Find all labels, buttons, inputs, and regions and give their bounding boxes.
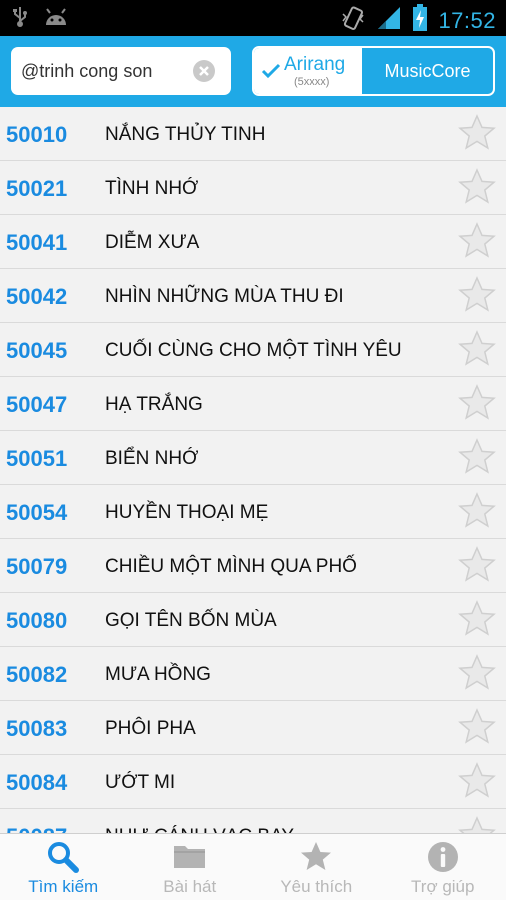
song-row[interactable]: 50083 PHÔI PHA [0, 701, 506, 755]
info-icon [426, 840, 460, 879]
song-code: 50051 [6, 446, 68, 471]
tab-favorites-label: Yêu thích [280, 877, 353, 896]
tab-favorites[interactable]: Yêu thích [253, 834, 380, 900]
song-row[interactable]: 50082 MƯA HỒNG [0, 647, 506, 701]
header-bar: @trinh cong son Arirang (5xxxx) MusicCor… [0, 36, 506, 107]
favorite-star-icon[interactable] [458, 168, 496, 211]
song-row[interactable]: 50042 NHÌN NHỮNG MÙA THU ĐI [0, 269, 506, 323]
clock: 17:52 [438, 7, 496, 33]
favorite-star-icon[interactable] [458, 600, 496, 643]
search-input-value: @trinh cong son [21, 61, 153, 81]
song-row[interactable]: 50047 HẠ TRẮNG [0, 377, 506, 431]
folder-icon [172, 840, 208, 877]
close-icon [199, 66, 209, 76]
android-debug-icon [44, 7, 68, 32]
song-code: 50080 [6, 608, 68, 633]
song-title: CUỐI CÙNG CHO MỘT TÌNH YÊU [105, 340, 402, 361]
tab-help[interactable]: Trợ giúp [380, 834, 506, 900]
usb-icon [12, 6, 28, 33]
song-code: 50054 [6, 500, 68, 525]
status-bar: 17:52 [0, 0, 506, 36]
song-title: HẠ TRẮNG [105, 394, 203, 415]
clear-search-button[interactable] [193, 60, 215, 82]
favorite-star-icon[interactable] [458, 654, 496, 697]
song-row[interactable]: 50010 NẮNG THỦY TINH [0, 107, 506, 161]
song-code: 50082 [6, 662, 68, 687]
song-code: 50041 [6, 230, 68, 255]
song-code: 50010 [6, 122, 68, 147]
song-code: 50021 [6, 176, 68, 201]
song-row[interactable]: 50021 TÌNH NHỚ [0, 161, 506, 215]
song-list[interactable]: 50010 NẮNG THỦY TINH 50021 TÌNH NHỚ 50041 DIỄ… [0, 107, 506, 833]
tab-help-label: Trợ giúp [411, 877, 475, 896]
song-code: 50087 [6, 824, 67, 833]
song-title: HUYỀN THOẠI MẸ [105, 502, 269, 523]
song-title: MƯA HỒNG [105, 664, 211, 685]
song-title: BIỂN NHỚ [105, 448, 199, 469]
song-code: 50047 [6, 392, 68, 417]
song-title: NẮNG THỦY TINH [105, 124, 266, 145]
favorite-star-icon[interactable] [458, 492, 496, 535]
song-title: ƯỚT MI [105, 772, 176, 793]
song-row[interactable]: 50087 NHƯ CÁNH VẠC BAY [0, 809, 506, 833]
song-code: 50045 [6, 338, 68, 363]
song-code: 50083 [6, 716, 68, 741]
song-title: CHIỀU MỘT MÌNH QUA PHỐ [105, 556, 357, 577]
favorite-star-icon[interactable] [458, 384, 496, 427]
song-row[interactable]: 50079 CHIỀU MỘT MÌNH QUA PHỐ [0, 539, 506, 593]
favorite-star-icon[interactable] [458, 546, 496, 589]
favorite-star-icon[interactable] [458, 222, 496, 265]
segment-arirang-sublabel: (5xxxx) [294, 76, 330, 88]
segment-musiccore[interactable]: MusicCore [362, 48, 493, 94]
song-row[interactable]: 50084 ƯỚT MI [0, 755, 506, 809]
song-row[interactable]: 50080 GỌI TÊN BỐN MÙA [0, 593, 506, 647]
segment-arirang[interactable]: Arirang (5xxxx) [254, 48, 362, 94]
star-icon [299, 840, 333, 879]
signal-icon [376, 5, 402, 36]
song-title: GỌI TÊN BỐN MÙA [105, 610, 277, 631]
favorite-star-icon[interactable] [458, 708, 496, 751]
song-row[interactable]: 50051 BIỂN NHỚ [0, 431, 506, 485]
song-title: DIỄM XƯA [105, 232, 200, 253]
favorite-star-icon[interactable] [458, 276, 496, 319]
songbook-selector: Arirang (5xxxx) MusicCore [252, 46, 495, 96]
song-code: 50042 [6, 284, 68, 309]
song-row[interactable]: 50041 DIỄM XƯA [0, 215, 506, 269]
song-title: PHÔI PHA [105, 718, 196, 739]
vibrate-icon [340, 5, 366, 36]
song-title: NHƯ CÁNH VẠC BAY [105, 826, 294, 833]
tab-songs-label: Bài hát [163, 877, 217, 896]
favorite-star-icon[interactable] [458, 762, 496, 805]
song-row[interactable]: 50054 HUYỀN THOẠI MẸ [0, 485, 506, 539]
favorite-star-icon[interactable] [458, 114, 496, 157]
tab-songs[interactable]: Bài hát [127, 834, 254, 900]
song-title: TÌNH NHỚ [105, 178, 199, 199]
favorite-star-icon[interactable] [458, 438, 496, 481]
tab-search-label: Tìm kiếm [28, 877, 99, 896]
song-row[interactable]: 50045 CUỐI CÙNG CHO MỘT TÌNH YÊU [0, 323, 506, 377]
segment-arirang-label: Arirang [284, 54, 346, 75]
song-title: NHÌN NHỮNG MÙA THU ĐI [105, 286, 344, 307]
favorite-star-icon[interactable] [458, 330, 496, 373]
battery-charging-icon [412, 4, 428, 37]
search-input[interactable]: @trinh cong son [11, 47, 231, 95]
check-icon [261, 62, 281, 85]
tab-search[interactable]: Tìm kiếm [0, 834, 127, 900]
bottom-nav: Tìm kiếm Bài hát Yêu thích Trợ giúp [0, 833, 506, 900]
favorite-star-icon[interactable] [458, 816, 496, 833]
segment-musiccore-label: MusicCore [384, 60, 471, 81]
search-icon [46, 840, 80, 879]
song-code: 50079 [6, 554, 68, 579]
song-code: 50084 [6, 770, 68, 795]
